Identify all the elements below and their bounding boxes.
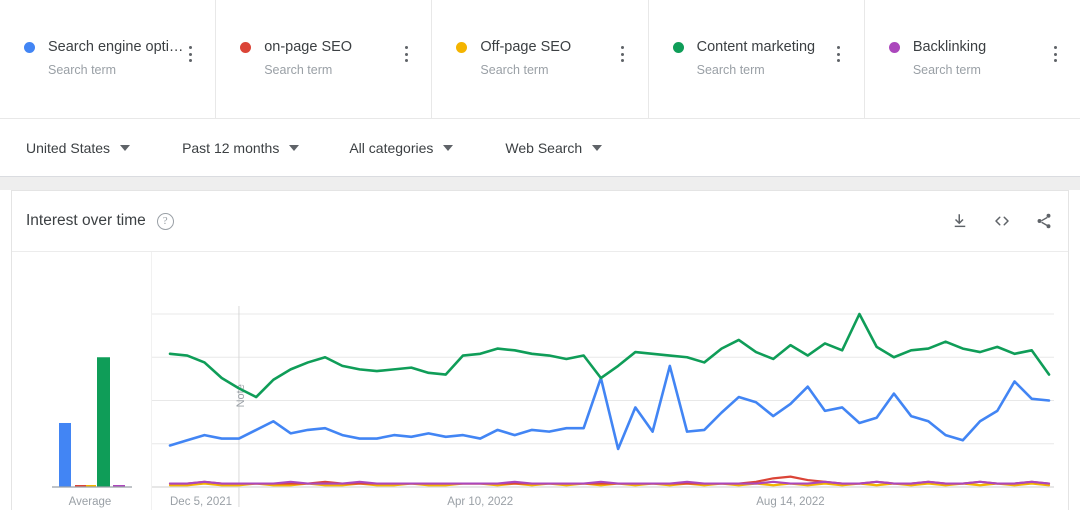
series-color-dot <box>240 41 252 53</box>
search-term-menu-icon[interactable] <box>397 44 415 64</box>
search-term-label: Backlinking <box>912 39 987 55</box>
search-term-menu-icon[interactable] <box>614 44 632 64</box>
search-term-type: Search term <box>48 63 117 77</box>
search-term-card[interactable]: Search engine opti… Search term <box>0 0 217 118</box>
chevron-down-icon <box>120 144 131 151</box>
search-term-label: on-page SEO <box>264 39 353 55</box>
google-trends-page: Search engine opti… Search term on-page … <box>0 0 1080 510</box>
search-term-menu-icon[interactable] <box>1046 44 1064 64</box>
section-gap <box>0 177 1080 190</box>
series-color-dot <box>888 41 900 53</box>
interest-over-time-card: Interest over time ? Average Note Dec 5,… <box>11 190 1069 510</box>
page-title: Interest over time <box>26 212 146 229</box>
interest-over-time-chart[interactable]: 255075100NoteDec 5, 2021Apr 10, 2022Aug … <box>152 252 1070 510</box>
x-axis-tick: Apr 10, 2022 <box>447 496 513 508</box>
series-color-dot <box>672 41 684 53</box>
search-term-menu-icon[interactable] <box>830 44 848 64</box>
series-line[interactable] <box>168 480 1051 485</box>
chart-body: Average 255075100NoteDec 5, 2021Apr 10, … <box>12 252 1068 510</box>
location-filter-label: United States <box>26 139 111 156</box>
location-filter[interactable]: United States <box>26 119 131 176</box>
chevron-down-icon <box>592 144 603 151</box>
time-range-filter[interactable]: Past 12 months <box>182 119 300 176</box>
x-axis-tick: Aug 14, 2022 <box>756 496 824 508</box>
share-icon[interactable] <box>1034 211 1054 231</box>
search-term-menu-icon[interactable] <box>181 44 199 64</box>
category-filter[interactable]: All categories <box>349 119 454 176</box>
average-bar[interactable] <box>97 357 110 487</box>
search-term-label: Content marketing <box>696 39 816 55</box>
search-term-card[interactable]: Off-page SEO Search term <box>432 0 649 118</box>
average-bar-chart[interactable]: Average <box>12 252 152 510</box>
download-icon[interactable] <box>950 211 970 231</box>
search-term-label: Off-page SEO <box>480 39 572 55</box>
chevron-down-icon <box>289 144 300 151</box>
chart-actions <box>950 211 1054 231</box>
category-filter-label: All categories <box>349 139 434 156</box>
chart-header: Interest over time ? <box>12 191 1068 252</box>
timeline-chart[interactable]: 255075100NoteDec 5, 2021Apr 10, 2022Aug … <box>152 252 1068 510</box>
search-terms-bar: Search engine opti… Search term on-page … <box>0 0 1080 119</box>
time-range-filter-label: Past 12 months <box>182 139 280 156</box>
series-color-dot <box>456 41 468 53</box>
search-term-label: Search engine opti… <box>48 39 184 55</box>
search-type-filter-label: Web Search <box>505 139 583 156</box>
search-term-type: Search term <box>480 63 549 77</box>
series-color-dot <box>24 41 35 53</box>
filter-bar: United States Past 12 months All categor… <box>0 119 1080 177</box>
average-bar[interactable] <box>59 422 71 487</box>
search-term-card[interactable]: Backlinking Search term <box>865 0 1080 118</box>
x-axis-tick: Dec 5, 2021 <box>170 496 232 508</box>
chevron-down-icon <box>443 144 454 151</box>
average-axis-label: Average <box>69 496 112 508</box>
embed-icon[interactable] <box>992 211 1012 231</box>
search-term-type: Search term <box>264 63 333 77</box>
series-line[interactable] <box>168 312 1051 399</box>
search-term-card[interactable]: on-page SEO Search term <box>216 0 433 118</box>
search-term-type: Search term <box>696 63 765 77</box>
series-line[interactable] <box>168 364 1051 451</box>
search-term-card[interactable]: Content marketing Search term <box>649 0 865 118</box>
search-term-type: Search term <box>912 63 981 77</box>
search-type-filter[interactable]: Web Search <box>505 119 603 176</box>
average-panel: Average <box>12 252 152 510</box>
help-icon[interactable]: ? <box>156 212 174 230</box>
